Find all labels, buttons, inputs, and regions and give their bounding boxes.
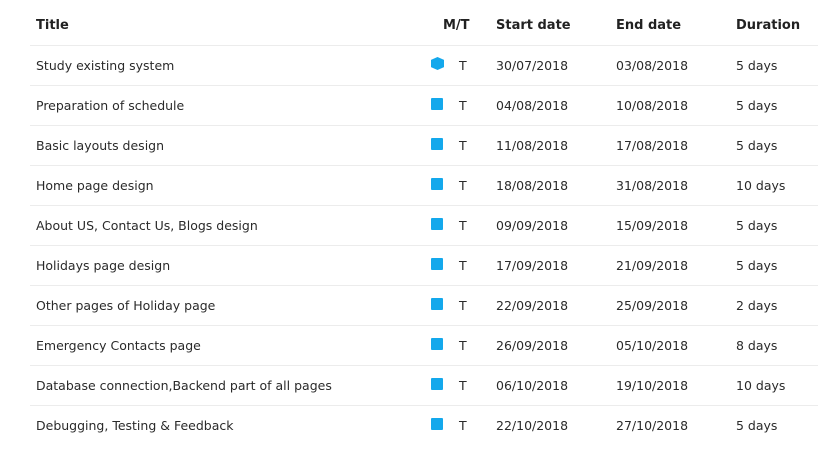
table-row[interactable]: Study existing system T 30/07/2018 03/08… (30, 46, 818, 86)
row-title: Home page design (36, 178, 154, 193)
column-header-end-date[interactable]: End date (616, 6, 681, 46)
row-type: T (459, 58, 467, 73)
row-title: Holidays page design (36, 258, 171, 273)
row-end-date: 31/08/2018 (616, 178, 689, 193)
row-type: T (459, 418, 467, 433)
row-duration: 5 days (736, 58, 778, 73)
row-title: Debugging, Testing & Feedback (36, 418, 234, 433)
task-square-icon (431, 286, 443, 326)
table-row[interactable]: About US, Contact Us, Blogs design T 09/… (30, 206, 818, 246)
row-duration: 5 days (736, 138, 778, 153)
task-square-icon (431, 206, 443, 246)
row-title: About US, Contact Us, Blogs design (36, 218, 258, 233)
task-square-icon (431, 126, 443, 166)
table-row[interactable]: Emergency Contacts page T 26/09/2018 05/… (30, 326, 818, 366)
row-end-date: 03/08/2018 (616, 58, 689, 73)
row-title: Preparation of schedule (36, 98, 185, 113)
row-duration: 5 days (736, 98, 778, 113)
column-header-mt[interactable]: M/T (443, 6, 470, 46)
task-square-icon (431, 406, 443, 446)
row-duration: 10 days (736, 378, 786, 393)
row-start-date: 22/10/2018 (496, 418, 569, 433)
row-start-date: 26/09/2018 (496, 338, 569, 353)
row-start-date: 30/07/2018 (496, 58, 569, 73)
row-title: Database connection,Backend part of all … (36, 378, 332, 393)
row-end-date: 21/09/2018 (616, 258, 689, 273)
table-row[interactable]: Database connection,Backend part of all … (30, 366, 818, 406)
task-square-icon (431, 166, 443, 206)
row-type: T (459, 178, 467, 193)
row-type: T (459, 138, 467, 153)
row-duration: 2 days (736, 298, 778, 313)
column-header-title[interactable]: Title (36, 6, 69, 46)
row-end-date: 15/09/2018 (616, 218, 689, 233)
row-start-date: 11/08/2018 (496, 138, 569, 153)
row-type: T (459, 298, 467, 313)
row-duration: 5 days (736, 418, 778, 433)
row-title: Study existing system (36, 58, 175, 73)
row-type: T (459, 338, 467, 353)
row-start-date: 04/08/2018 (496, 98, 569, 113)
row-start-date: 22/09/2018 (496, 298, 569, 313)
row-start-date: 18/08/2018 (496, 178, 569, 193)
row-type: T (459, 378, 467, 393)
row-type: T (459, 258, 467, 273)
row-title: Basic layouts design (36, 138, 165, 153)
task-square-icon (431, 326, 443, 366)
row-end-date: 25/09/2018 (616, 298, 689, 313)
table-row[interactable]: Holidays page design T 17/09/2018 21/09/… (30, 246, 818, 286)
row-type: T (459, 98, 467, 113)
task-square-icon (431, 86, 443, 126)
row-title: Emergency Contacts page (36, 338, 201, 353)
row-type: T (459, 218, 467, 233)
row-start-date: 06/10/2018 (496, 378, 569, 393)
row-duration: 5 days (736, 218, 778, 233)
table-row[interactable]: Home page design T 18/08/2018 31/08/2018… (30, 166, 818, 206)
row-duration: 5 days (736, 258, 778, 273)
column-header-duration[interactable]: Duration (736, 6, 800, 46)
table-row[interactable]: Preparation of schedule T 04/08/2018 10/… (30, 86, 818, 126)
table-header-row: Title M/T Start date End date Duration (30, 6, 818, 46)
row-duration: 8 days (736, 338, 778, 353)
row-end-date: 19/10/2018 (616, 378, 689, 393)
row-start-date: 17/09/2018 (496, 258, 569, 273)
task-square-icon (431, 246, 443, 286)
row-start-date: 09/09/2018 (496, 218, 569, 233)
row-end-date: 17/08/2018 (616, 138, 689, 153)
task-square-icon (431, 366, 443, 406)
row-title: Other pages of Holiday page (36, 298, 216, 313)
row-end-date: 05/10/2018 (616, 338, 689, 353)
table-row[interactable]: Debugging, Testing & Feedback T 22/10/20… (30, 406, 818, 446)
schedule-table: Title M/T Start date End date Duration S… (30, 6, 818, 446)
table-row[interactable]: Other pages of Holiday page T 22/09/2018… (30, 286, 818, 326)
milestone-hexagon-icon (431, 46, 444, 86)
row-duration: 10 days (736, 178, 786, 193)
row-end-date: 27/10/2018 (616, 418, 689, 433)
row-end-date: 10/08/2018 (616, 98, 689, 113)
column-header-start-date[interactable]: Start date (496, 6, 571, 46)
table-row[interactable]: Basic layouts design T 11/08/2018 17/08/… (30, 126, 818, 166)
